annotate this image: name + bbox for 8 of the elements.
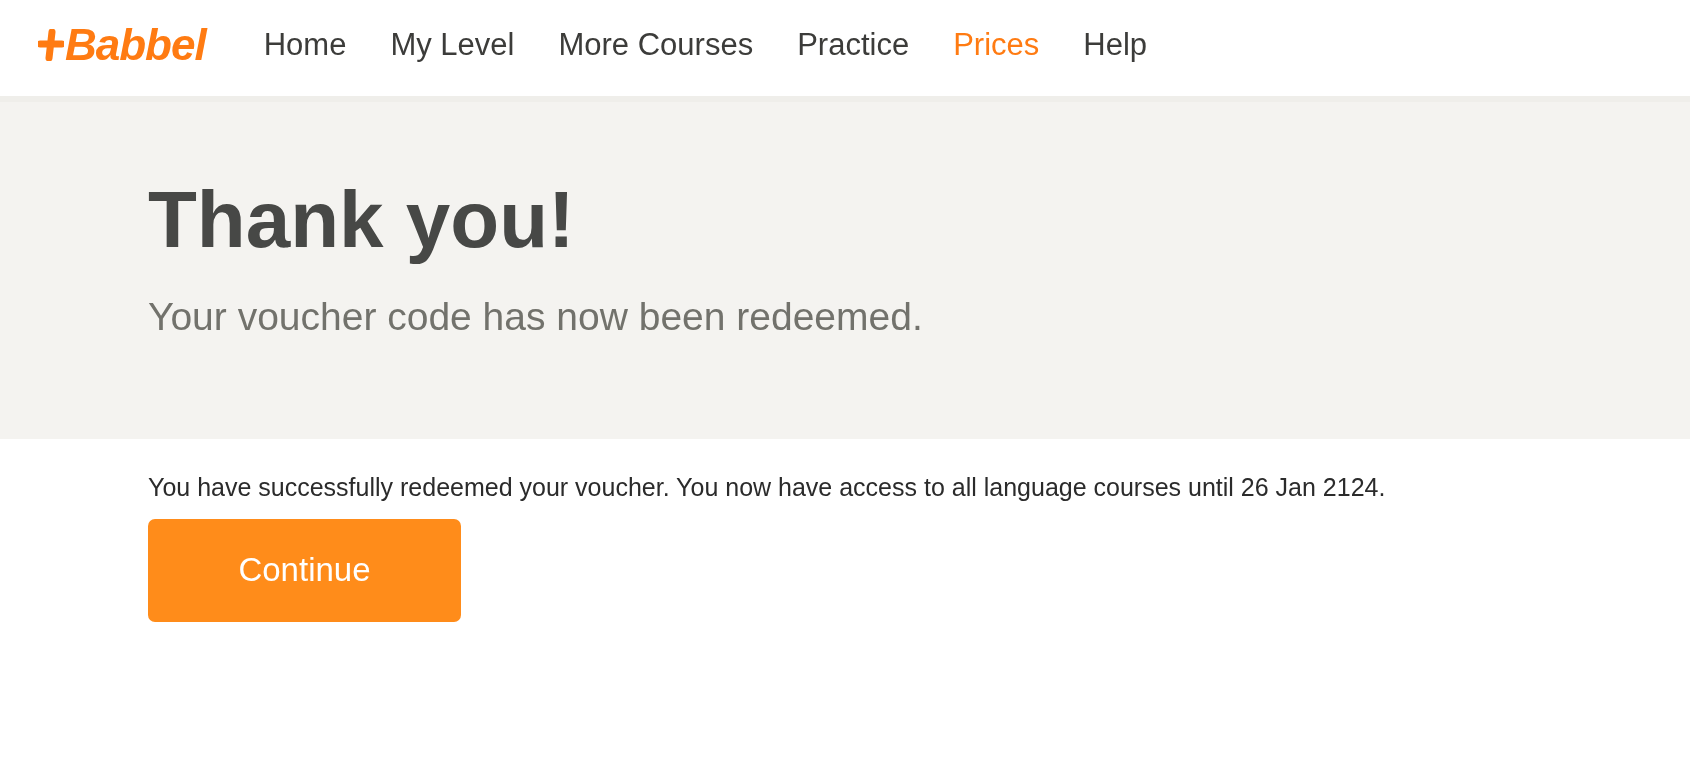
subtitle: Your voucher code has now been redeemed. — [148, 294, 924, 340]
nav-link[interactable]: My Level — [390, 21, 515, 69]
plus-icon — [38, 29, 64, 61]
nav-link[interactable]: Help — [1083, 21, 1148, 69]
confirmation-message: You have successfully redeemed your voucher. You now have access to all language courses until 26 Jan 2124. — [148, 472, 1387, 503]
nav-link[interactable]: More Courses — [558, 21, 754, 69]
nav-link[interactable]: Home — [263, 21, 347, 69]
nav-link[interactable]: Practice — [797, 21, 910, 69]
